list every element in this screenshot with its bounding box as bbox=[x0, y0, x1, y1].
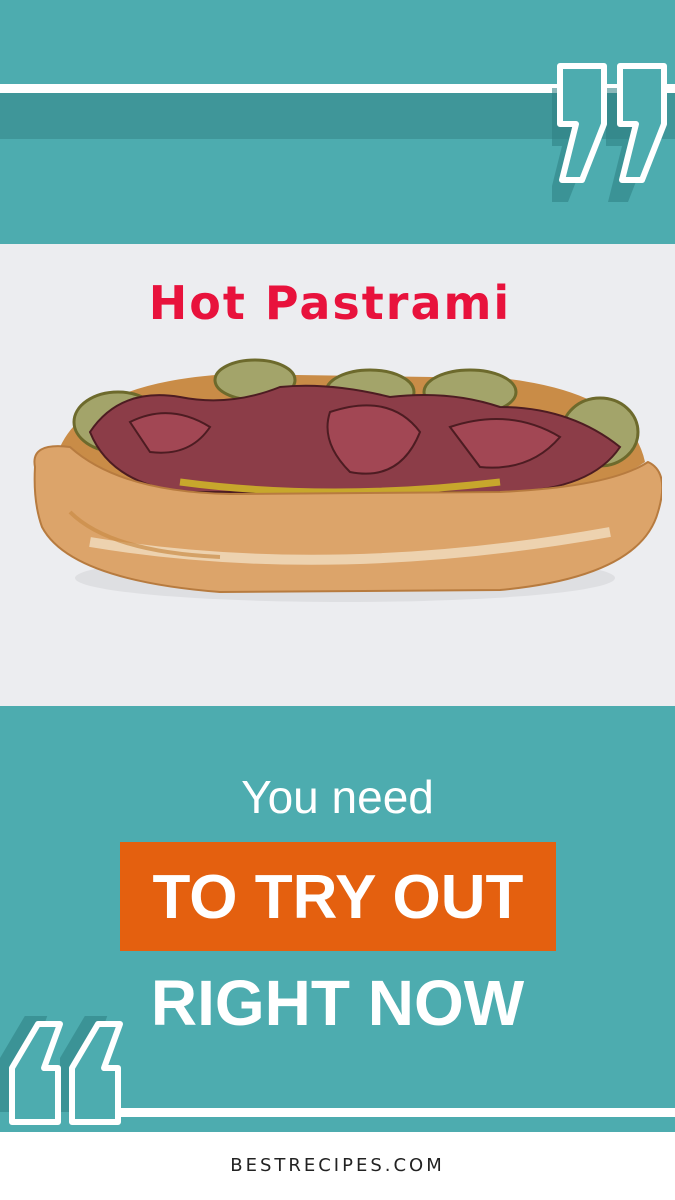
recipe-title: Hot Pastrami bbox=[148, 276, 512, 330]
highlight-text: TO TRY OUT bbox=[152, 863, 524, 932]
recipe-poster: Hot Pastrami You need TO TRY OUT RIGHT N… bbox=[0, 0, 675, 1200]
opening-quote-icon bbox=[0, 1016, 123, 1125]
closing-quote-icon bbox=[552, 63, 667, 202]
footer-website: BESTRECIPES.COM bbox=[230, 1155, 445, 1176]
lead-text: You need bbox=[241, 771, 434, 823]
bottom-white-line bbox=[115, 1108, 675, 1117]
top-white-line bbox=[0, 84, 580, 93]
pastrami-sandwich-image bbox=[33, 358, 662, 602]
